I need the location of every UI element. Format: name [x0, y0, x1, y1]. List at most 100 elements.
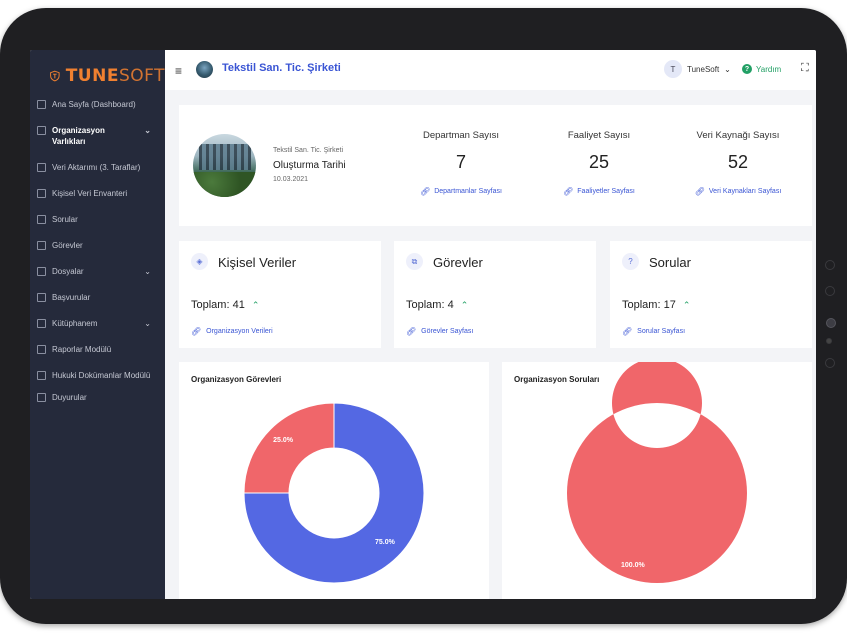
sidebar-item[interactable]: Kişisel Veri Envanteri	[30, 188, 165, 199]
application-icon	[37, 293, 46, 302]
sidebar-item-label: Başvurular	[52, 293, 91, 302]
document-icon	[37, 371, 46, 380]
user-menu[interactable]: T TuneSoft ⌄	[664, 60, 731, 78]
sidebar-item-label: Hukuki Dokümanlar Modülü	[52, 371, 151, 380]
chevron-up-icon: ⌃	[251, 299, 260, 310]
chevron-up-icon: ⌃	[682, 299, 691, 310]
stat-link-label: Faaliyetler Sayfası	[577, 188, 635, 195]
sidebar-nav: Ana Sayfa (Dashboard) Organizasyon Varlık…	[30, 99, 165, 403]
company-photo	[193, 134, 256, 197]
sidebar-item-label: Organizasyon Varlıkları	[52, 126, 105, 146]
building-icon	[37, 126, 46, 135]
sidebar-item-label: Duyurular	[52, 393, 87, 402]
link-icon: 🔗︎	[622, 327, 633, 336]
card-title: Sorular	[649, 255, 691, 270]
sidebar-item-label: Ana Sayfa (Dashboard)	[52, 100, 136, 109]
tasks-icon: ⧉	[406, 253, 423, 270]
sidebar-item-label: Görevler	[52, 241, 83, 250]
stat-link-label: Veri Kaynakları Sayfası	[708, 188, 782, 195]
top-bar: ≡ Tekstil San. Tic. Şirketi T TuneSoft ⌄…	[165, 50, 816, 90]
tasks-donut-chart: 75.0% 25.0%	[243, 402, 425, 584]
questions-card: ? Sorular Toplam: 17 ⌃ 🔗︎ Sorular Sayfası	[610, 241, 812, 348]
company-summary-card: Tekstil San. Tic. Şirketi Oluşturma Tari…	[179, 105, 812, 226]
tag-icon: ◈	[191, 253, 208, 270]
announcement-icon	[37, 393, 46, 402]
sidebar-item[interactable]: Organizasyon Varlıkları ⌄	[30, 125, 165, 147]
created-date: 10.03.2021	[273, 176, 309, 183]
card-title: Kişisel Veriler	[218, 255, 297, 270]
card-link[interactable]: 🔗︎ Sorular Sayfası	[622, 327, 685, 336]
app-screen: TUNESOFT Ana Sayfa (Dashboard) Organizasy…	[30, 50, 816, 599]
brand-name-part1: TUNE	[65, 66, 119, 86]
sidebar: TUNESOFT Ana Sayfa (Dashboard) Organizasy…	[30, 50, 165, 599]
card-total: Toplam: 4 ⌃	[406, 299, 468, 311]
company-name[interactable]: Tekstil San. Tic. Şirketi	[222, 62, 341, 74]
sidebar-item-label: Kütüphanem	[52, 319, 98, 328]
user-avatar: T	[664, 60, 682, 78]
menu-toggle-icon[interactable]: ≡	[175, 64, 182, 78]
card-link-label: Görevler Sayfası	[421, 328, 474, 335]
sidebar-item[interactable]: Ana Sayfa (Dashboard)	[30, 99, 165, 110]
card-link[interactable]: 🔗︎ Görevler Sayfası	[406, 327, 473, 336]
questions-donut-chart: 100.0%	[566, 362, 747, 583]
help-button[interactable]: ? Yardım	[742, 64, 781, 74]
card-title: Görevler	[433, 255, 483, 270]
donut-slice[interactable]	[566, 362, 747, 583]
stat-link[interactable]: 🔗︎ Departmanlar Sayfası	[391, 187, 531, 196]
card-link[interactable]: 🔗︎ Organizasyon Verileri	[191, 327, 273, 336]
slice-label: 25.0%	[273, 437, 294, 444]
questions-chart-card: 100.0% Organizasyon Soruları	[502, 362, 812, 599]
sidebar-item-label: Kişisel Veri Envanteri	[52, 189, 128, 198]
tablet-frame: TUNESOFT Ana Sayfa (Dashboard) Organizasy…	[0, 8, 847, 624]
sidebar-item[interactable]: Sorular	[30, 214, 165, 225]
stat-label: Veri Kaynağı Sayısı	[696, 130, 780, 141]
chevron-up-icon: ⌃	[460, 299, 469, 310]
card-total-value: Toplam: 41	[191, 299, 245, 311]
stat-value: 7	[455, 152, 466, 172]
sidebar-item[interactable]: Raporlar Modülü	[30, 344, 165, 355]
stat-data-sources: Veri Kaynağı Sayısı 52 🔗︎ Veri Kaynakları…	[668, 130, 808, 196]
link-icon: 🔗︎	[420, 187, 431, 196]
question-icon: ?	[622, 253, 639, 270]
card-total: Toplam: 41 ⌃	[191, 299, 259, 311]
fullscreen-icon[interactable]: ⛶	[801, 62, 809, 75]
card-link-label: Organizasyon Verileri	[206, 328, 273, 335]
clipboard-icon	[37, 241, 46, 250]
donut-slice[interactable]	[243, 402, 335, 494]
slice-label: 100.0%	[621, 562, 646, 569]
brand-logo[interactable]: TUNESOFT	[30, 50, 165, 91]
bezel-sensor-icon	[825, 286, 835, 296]
sidebar-item[interactable]: Hukuki Dokümanlar Modülü	[30, 370, 165, 381]
link-icon: 🔗︎	[191, 327, 202, 336]
bezel-sensor-icon	[825, 358, 835, 368]
stat-link[interactable]: 🔗︎ Veri Kaynakları Sayfası	[668, 187, 808, 196]
sidebar-item[interactable]: Veri Aktarımı (3. Taraflar)	[30, 162, 165, 173]
bezel-sensor-icon	[826, 338, 832, 344]
dashboard-icon	[37, 100, 46, 109]
stat-value: 25	[588, 152, 610, 172]
folder-icon	[37, 267, 46, 276]
sidebar-item[interactable]: Görevler	[30, 240, 165, 251]
tasks-card: ⧉ Görevler Toplam: 4 ⌃ 🔗︎ Görevler Sayfası	[394, 241, 596, 348]
sidebar-item-label: Veri Aktarımı (3. Taraflar)	[52, 163, 141, 172]
stat-value: 52	[727, 152, 749, 172]
company-avatar	[196, 61, 213, 78]
chart-title: Organizasyon Soruları	[514, 375, 600, 384]
sidebar-item[interactable]: Başvurular	[30, 292, 165, 303]
chevron-down-icon: ⌄	[724, 64, 731, 74]
sidebar-item[interactable]: Duyurular	[30, 392, 165, 403]
chevron-down-icon: ⌄	[144, 319, 151, 328]
company-name-small: Tekstil San. Tic. Şirketi	[273, 147, 344, 154]
card-total: Toplam: 17 ⌃	[622, 299, 690, 311]
link-icon: 🔗︎	[563, 187, 574, 196]
transfer-icon	[37, 163, 46, 172]
chart-title: Organizasyon Görevleri	[191, 375, 282, 384]
link-icon: 🔗︎	[694, 187, 705, 196]
sidebar-item[interactable]: Kütüphanem ⌄	[30, 318, 165, 329]
tasks-chart-card: 75.0% 25.0% Organizasyon Görevleri	[179, 362, 489, 599]
card-total-value: Toplam: 17	[622, 299, 676, 311]
stat-link[interactable]: 🔗︎ Faaliyetler Sayfası	[529, 187, 669, 196]
help-icon: ?	[742, 64, 752, 74]
sidebar-item[interactable]: Dosyalar ⌄	[30, 266, 165, 277]
bezel-sensor-icon	[825, 260, 835, 270]
